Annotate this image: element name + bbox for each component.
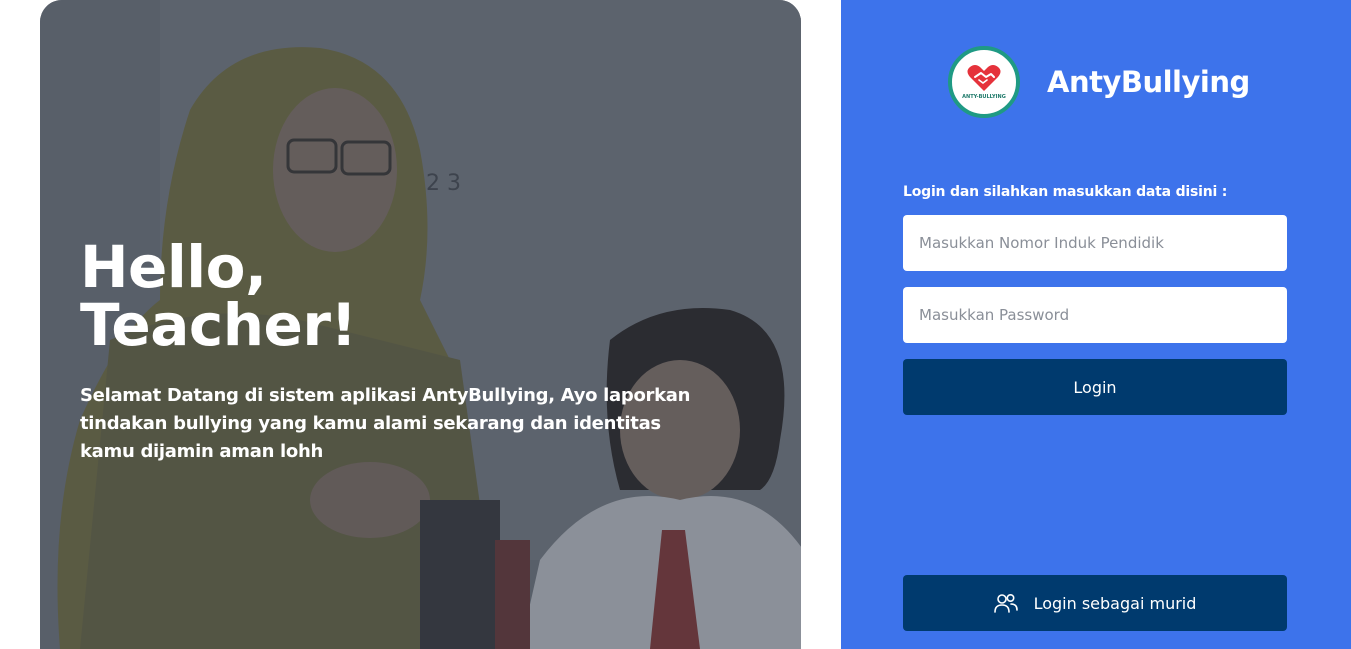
login-button[interactable]: Login xyxy=(903,359,1287,415)
hero-title-line2: Teacher! xyxy=(80,291,357,359)
hero-title: Hello, Teacher! xyxy=(80,238,720,354)
login-prompt: Login dan silahkan masukkan data disini … xyxy=(903,184,1228,200)
app-name: AntyBullying xyxy=(1047,65,1250,99)
hero-text-block: Hello, Teacher! Selamat Datang di sistem… xyxy=(80,238,720,466)
login-panel: ANTY-BULLYING AntyBullying Login dan sil… xyxy=(841,0,1351,649)
logo-caption: ANTY-BULLYING xyxy=(962,94,1006,100)
hero-title-line1: Hello, xyxy=(80,233,267,301)
brand-header: ANTY-BULLYING AntyBullying xyxy=(948,46,1250,118)
login-page: 1 2 3 Hello, Teacher! Selamat Datang di … xyxy=(0,0,1351,649)
users-icon xyxy=(993,593,1018,613)
password-input[interactable] xyxy=(903,287,1287,343)
app-logo: ANTY-BULLYING xyxy=(948,46,1020,118)
hero-subtitle: Selamat Datang di sistem aplikasi AntyBu… xyxy=(80,385,691,462)
heart-handshake-icon xyxy=(967,65,1001,91)
login-button-label: Login xyxy=(1073,377,1117,397)
hero-panel: 1 2 3 Hello, Teacher! Selamat Datang di … xyxy=(40,0,801,649)
student-login-button[interactable]: Login sebagai murid xyxy=(903,575,1287,631)
student-login-label: Login sebagai murid xyxy=(1033,593,1197,613)
nip-input[interactable] xyxy=(903,215,1287,271)
